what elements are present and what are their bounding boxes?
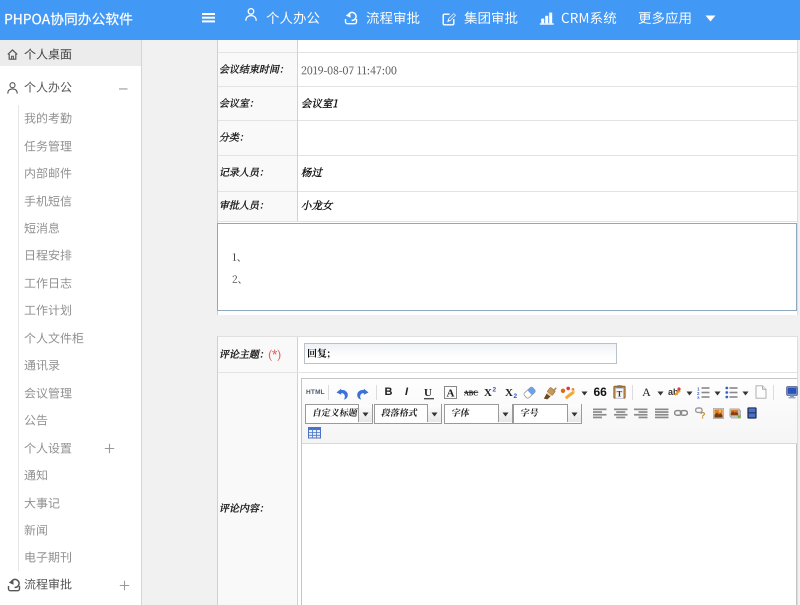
svg-text:3: 3 — [697, 395, 700, 399]
svg-text:X: X — [484, 387, 492, 397]
svg-text:X: X — [505, 387, 513, 398]
svg-text:2: 2 — [513, 393, 517, 398]
svg-text:?: ? — [700, 411, 706, 420]
svg-text:2: 2 — [493, 387, 497, 394]
svg-text:T: T — [617, 389, 623, 399]
svg-text:A: A — [446, 387, 454, 399]
svg-text:U: U — [424, 387, 432, 399]
svg-text:A: A — [642, 386, 651, 397]
